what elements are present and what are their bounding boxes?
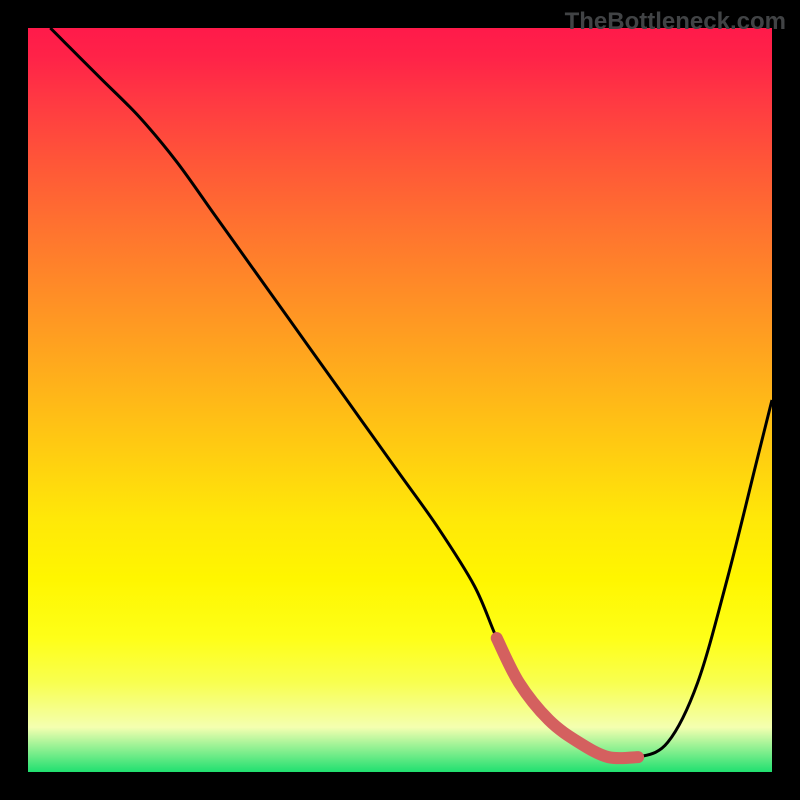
- bottleneck-curve-path: [50, 28, 772, 759]
- highlight-marker: [497, 638, 638, 758]
- plot-area: [28, 28, 772, 772]
- watermark-text: TheBottleneck.com: [565, 8, 786, 36]
- chart-svg: [28, 28, 772, 772]
